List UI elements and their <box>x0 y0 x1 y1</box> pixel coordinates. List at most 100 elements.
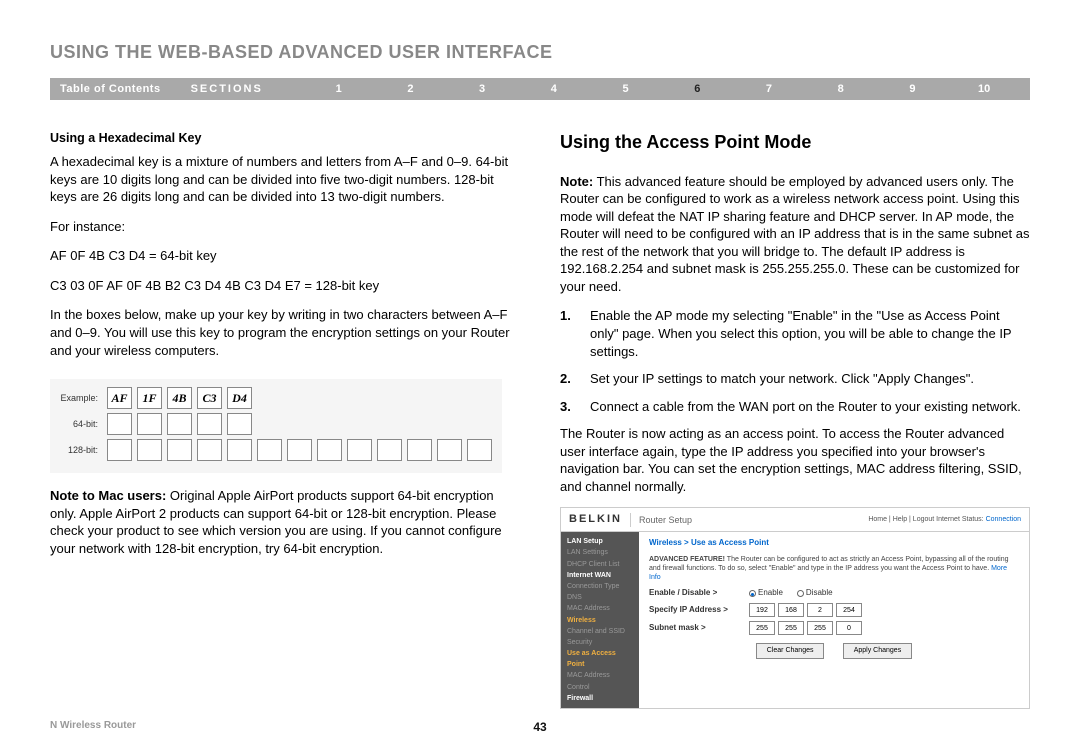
key-input[interactable] <box>227 413 252 435</box>
nav-item-10[interactable]: 10 <box>948 82 1020 97</box>
key-input[interactable] <box>257 439 282 461</box>
key-input[interactable] <box>287 439 312 461</box>
hex-key-p1: A hexadecimal key is a mixture of number… <box>50 153 520 206</box>
footer-product: N Wireless Router <box>50 719 136 733</box>
step-3-num: 3. <box>560 398 590 416</box>
key-input[interactable] <box>197 439 222 461</box>
radio-disable[interactable]: Disable <box>797 588 833 599</box>
embed-sidebar: LAN Setup LAN Settings DHCP Client List … <box>561 532 639 708</box>
sidebar-dns[interactable]: DNS <box>567 592 633 603</box>
embed-top-links[interactable]: Home | Help | Logout Internet Status: <box>868 516 983 523</box>
nav-item-7[interactable]: 7 <box>733 82 805 97</box>
nav-item-9[interactable]: 9 <box>877 82 949 97</box>
mask-octet-input[interactable]: 255 <box>749 621 775 635</box>
step-3: 3.Connect a cable from the WAN port on t… <box>560 398 1030 416</box>
embed-header: BELKIN Router Setup Home | Help | Logout… <box>561 508 1029 532</box>
sidebar-lan-settings[interactable]: LAN Settings <box>567 547 633 558</box>
mac-note-bold: Note to Mac users: <box>50 488 166 503</box>
key-input[interactable] <box>317 439 342 461</box>
page-number: 43 <box>533 719 546 735</box>
sidebar-internet-wan[interactable]: Internet WAN <box>567 570 633 581</box>
mask-octet-input[interactable]: 0 <box>836 621 862 635</box>
key-entry-area: Example: AF 1F 4B C3 D4 64-bit: 128-bit: <box>50 379 502 473</box>
key-box: C3 <box>197 387 222 409</box>
ap-note: Note: This advanced feature should be em… <box>560 173 1030 296</box>
key-box: AF <box>107 387 132 409</box>
mac-note: Note to Mac users: Original Apple AirPor… <box>50 487 520 557</box>
sidebar-wireless[interactable]: Wireless <box>567 615 633 626</box>
sidebar-security[interactable]: Security <box>567 637 633 648</box>
step-1: 1.Enable the AP mode my selecting "Enabl… <box>560 307 1030 360</box>
nav-item-4[interactable]: 4 <box>518 82 590 97</box>
left-column: Using a Hexadecimal Key A hexadecimal ke… <box>50 130 520 709</box>
key-input[interactable] <box>167 413 192 435</box>
ip-octet-input[interactable]: 254 <box>836 603 862 617</box>
key-input[interactable] <box>407 439 432 461</box>
embed-buttons: Clear Changes Apply Changes <box>649 643 1019 658</box>
nav-item-3[interactable]: 3 <box>446 82 518 97</box>
nav-item-8[interactable]: 8 <box>805 82 877 97</box>
nav-toc[interactable]: Table of Contents <box>60 82 161 97</box>
example-128bit: C3 03 0F AF 0F 4B B2 C3 D4 4B C3 D4 E7 =… <box>50 277 520 295</box>
ip-octet-input[interactable]: 2 <box>807 603 833 617</box>
ap-mode-heading: Using the Access Point Mode <box>560 130 1030 154</box>
ap-steps: 1.Enable the AP mode my selecting "Enabl… <box>560 307 1030 415</box>
ap-note-bold: Note: <box>560 174 593 189</box>
divider-icon <box>630 513 631 527</box>
sidebar-channel[interactable]: Channel and SSID <box>567 626 633 637</box>
sidebar-firewall[interactable]: Firewall <box>567 693 633 704</box>
key-input[interactable] <box>167 439 192 461</box>
step-3-text: Connect a cable from the WAN port on the… <box>590 398 1021 416</box>
key-input[interactable] <box>347 439 372 461</box>
nav-item-6[interactable]: 6 <box>661 82 733 97</box>
ip-octet-input[interactable]: 192 <box>749 603 775 617</box>
embed-adv-bold: ADVANCED FEATURE! <box>649 556 725 563</box>
sidebar-lan-setup[interactable]: LAN Setup <box>567 536 633 547</box>
step-1-text: Enable the AP mode my selecting "Enable"… <box>590 307 1030 360</box>
sidebar-mac[interactable]: MAC Address <box>567 603 633 614</box>
key-box: 1F <box>137 387 162 409</box>
sidebar-dhcp[interactable]: DHCP Client List <box>567 559 633 570</box>
mask-octet-input[interactable]: 255 <box>807 621 833 635</box>
key-input[interactable] <box>137 439 162 461</box>
key-input[interactable] <box>107 413 132 435</box>
row-enable-label: Enable / Disable > <box>649 588 749 599</box>
row-enable: Enable / Disable > Enable Disable <box>649 588 1019 599</box>
embed-breadcrumb: Wireless > Use as Access Point <box>649 538 1019 549</box>
row-mask-label: Subnet mask > <box>649 623 749 634</box>
embed-conn-status: Connection <box>986 516 1021 523</box>
ap-after-para: The Router is now acting as an access po… <box>560 425 1030 495</box>
key-input[interactable] <box>197 413 222 435</box>
nav-item-2[interactable]: 2 <box>375 82 447 97</box>
router-screenshot: BELKIN Router Setup Home | Help | Logout… <box>560 507 1030 709</box>
key-input[interactable] <box>137 413 162 435</box>
nav-item-1[interactable]: 1 <box>303 82 375 97</box>
key-input[interactable] <box>467 439 492 461</box>
step-2-text: Set your IP settings to match your netwo… <box>590 370 974 388</box>
mask-octet-input[interactable]: 255 <box>778 621 804 635</box>
nav-bar: Table of Contents SECTIONS 1 2 3 4 5 6 7… <box>50 78 1030 100</box>
key-input[interactable] <box>227 439 252 461</box>
embed-brand: BELKIN <box>569 512 622 527</box>
apply-changes-button[interactable]: Apply Changes <box>843 643 912 658</box>
embed-main: Wireless > Use as Access Point ADVANCED … <box>639 532 1029 708</box>
key-row-128bit: 128-bit: <box>56 439 492 461</box>
sidebar-wac[interactable]: MAC Address Control <box>567 670 633 692</box>
example-64bit: AF 0F 4B C3 D4 = 64-bit key <box>50 247 520 265</box>
ip-octet-input[interactable]: 168 <box>778 603 804 617</box>
radio-enable[interactable]: Enable <box>749 588 783 599</box>
key-row-64bit: 64-bit: <box>56 413 492 435</box>
key-row-64bit-label: 64-bit: <box>56 418 98 430</box>
sidebar-conn-type[interactable]: Connection Type <box>567 581 633 592</box>
clear-changes-button[interactable]: Clear Changes <box>756 643 825 658</box>
step-1-num: 1. <box>560 307 590 360</box>
key-input[interactable] <box>107 439 132 461</box>
ap-note-text: This advanced feature should be employed… <box>560 174 1029 294</box>
footer: N Wireless Router 43 <box>50 719 1030 733</box>
row-mask: Subnet mask > 255 255 255 0 <box>649 621 1019 635</box>
right-column: Using the Access Point Mode Note: This a… <box>560 130 1030 709</box>
nav-item-5[interactable]: 5 <box>590 82 662 97</box>
key-input[interactable] <box>437 439 462 461</box>
sidebar-ap[interactable]: Use as Access Point <box>567 648 633 670</box>
key-input[interactable] <box>377 439 402 461</box>
